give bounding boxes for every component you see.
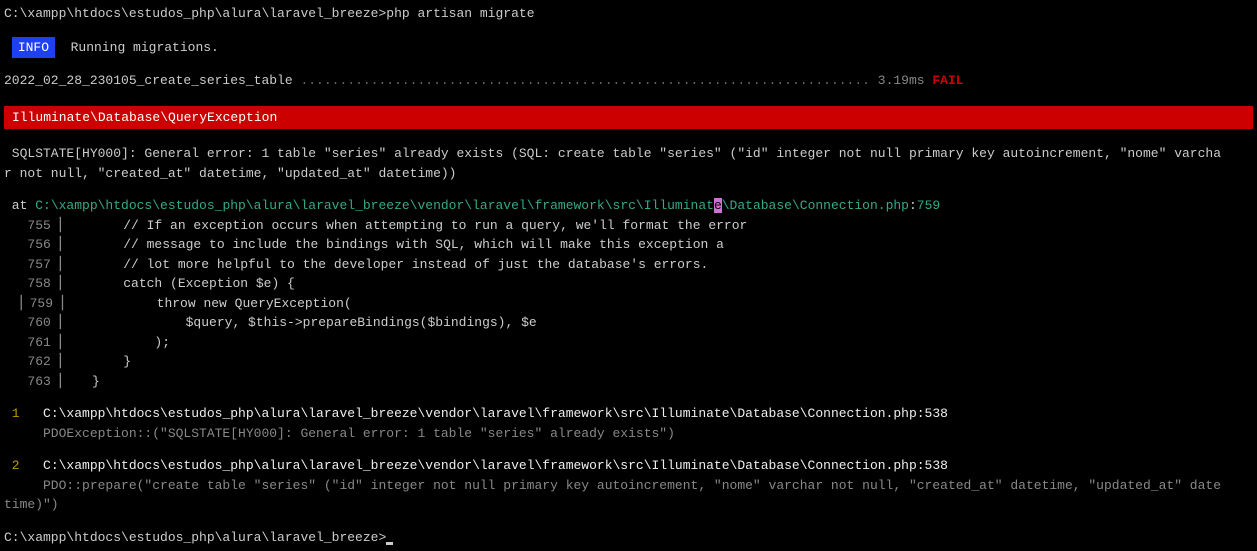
migration-status: FAIL xyxy=(932,73,963,88)
stack-1-head: 1 C:\xampp\htdocs\estudos_php\alura\lara… xyxy=(4,404,1253,424)
sqlstate-line-1: SQLSTATE[HY000]: General error: 1 table … xyxy=(4,144,1253,164)
code-760: 760▕ $query, $this->prepareBindings($bin… xyxy=(4,313,1253,333)
migration-line: 2022_02_28_230105_create_series_table ..… xyxy=(4,71,1253,91)
prompt-path: C:\xampp\htdocs\estudos_php\alura\larave… xyxy=(4,6,386,21)
info-text: Running migrations. xyxy=(55,40,219,55)
prompt-line-1[interactable]: C:\xampp\htdocs\estudos_php\alura\larave… xyxy=(4,4,1253,24)
at-colon: : xyxy=(909,198,917,213)
prompt-path-2: C:\xampp\htdocs\estudos_php\alura\larave… xyxy=(4,530,386,545)
code-756: 756▕ // message to include the bindings … xyxy=(4,235,1253,255)
migration-ms: 3.19ms xyxy=(878,73,933,88)
code-755: 755▕ // If an exception occurs when atte… xyxy=(4,216,1253,236)
sqlstate-line-2: r not null, "created_at" datetime, "upda… xyxy=(4,164,1253,184)
cursor-icon xyxy=(386,542,393,545)
at-lineno: 759 xyxy=(917,198,940,213)
code-763: 763▕ } xyxy=(4,372,1253,392)
at-line: at C:\xampp\htdocs\estudos_php\alura\lar… xyxy=(4,196,1253,216)
error-header: Illuminate\Database\QueryException xyxy=(4,106,1253,130)
migration-dots: ........................................… xyxy=(293,73,878,88)
at-path-1: C:\xampp\htdocs\estudos_php\alura\larave… xyxy=(35,198,714,213)
stack-1-detail: PDOException::("SQLSTATE[HY000]: General… xyxy=(4,424,1253,444)
code-758: 758▕ catch (Exception $e) { xyxy=(4,274,1253,294)
at-prefix: at xyxy=(4,198,35,213)
code-757: 757▕ // lot more helpful to the develope… xyxy=(4,255,1253,275)
stack-2-detail-2: time)") xyxy=(4,495,1253,515)
code-761: 761▕ ); xyxy=(4,333,1253,353)
migration-name: 2022_02_28_230105_create_series_table xyxy=(4,73,293,88)
info-line: INFO Running migrations. xyxy=(4,37,1253,59)
info-badge: INFO xyxy=(12,37,55,59)
code-762: 762▕ } xyxy=(4,352,1253,372)
stack-2-detail-1: PDO::prepare("create table "series" ("id… xyxy=(4,476,1253,496)
prompt-line-2[interactable]: C:\xampp\htdocs\estudos_php\alura\larave… xyxy=(4,528,1253,548)
at-path-highlight: e xyxy=(714,198,722,213)
at-path-2: \Database\Connection.php xyxy=(722,198,909,213)
code-759: ▕ 759▕ throw new QueryException( xyxy=(4,294,1253,314)
command-text: php artisan migrate xyxy=(386,6,534,21)
stack-2-head: 2 C:\xampp\htdocs\estudos_php\alura\lara… xyxy=(4,456,1253,476)
